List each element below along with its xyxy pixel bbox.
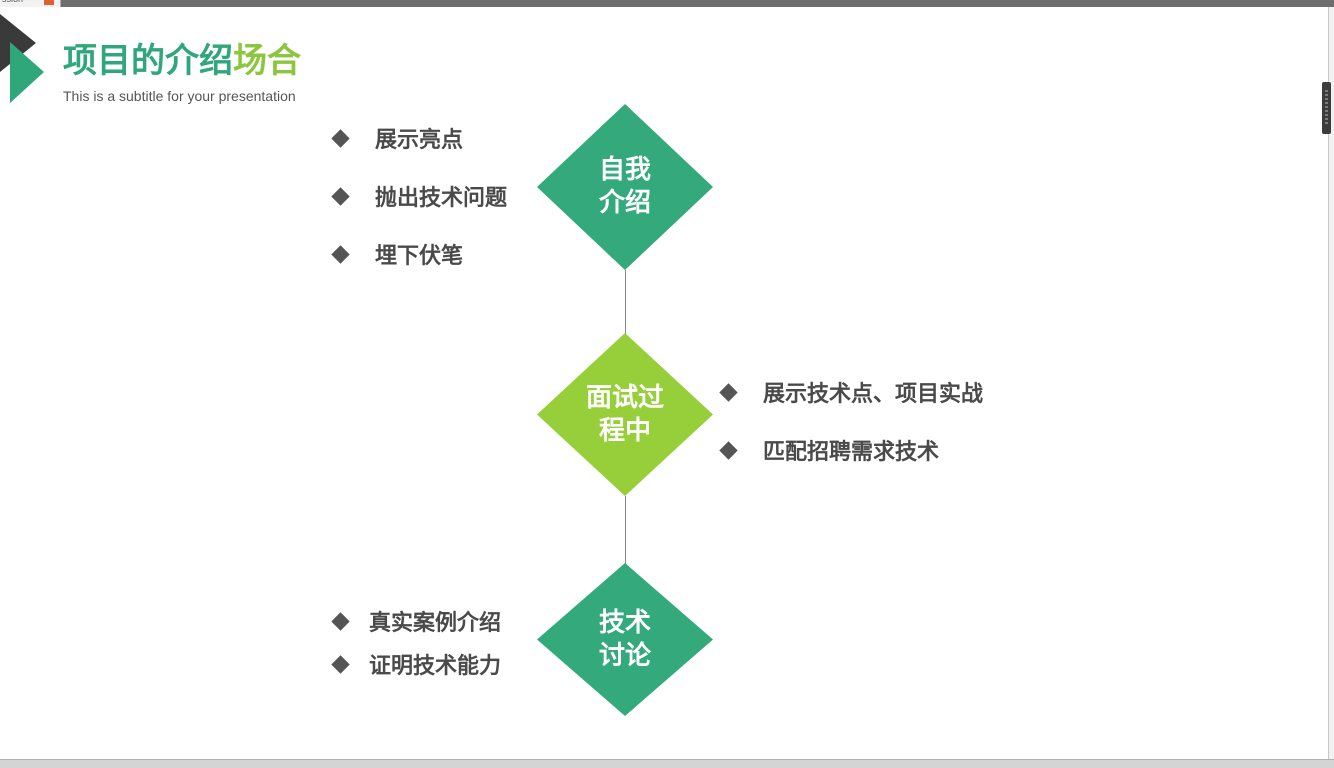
logo-icon — [0, 14, 44, 103]
bullet-item: 埋下伏笔 — [330, 238, 463, 270]
connector-line-1 — [625, 270, 626, 334]
stage-label-line2: 程中 — [598, 415, 651, 446]
bullet-text: 埋下伏笔 — [375, 244, 464, 269]
bullet-item: 匹配招聘需求技术 — [718, 434, 939, 466]
bullet-text: 真实案例介绍 — [369, 611, 502, 636]
diamond-bullet-icon — [331, 186, 350, 206]
close-icon[interactable] — [44, 0, 54, 5]
connector-line-2 — [625, 496, 626, 564]
stage-diamond-intro: 自我 介绍 — [537, 104, 713, 270]
diamond-bullet-icon — [719, 440, 738, 460]
bullet-item: 证明技术能力 — [330, 648, 501, 680]
diamond-bullet-icon — [331, 244, 350, 264]
stage-label-line1: 自我 — [598, 155, 651, 185]
bullet-text: 证明技术能力 — [369, 654, 502, 679]
bullet-item: 抛出技术问题 — [330, 180, 507, 212]
bullet-text: 展示技术点、项目实战 — [763, 382, 984, 407]
window-top-bar — [0, 0, 1334, 7]
document-tab-label: ssion — [2, 0, 23, 4]
scrollbar-handle[interactable] — [1322, 82, 1331, 134]
diamond-bullet-icon — [331, 128, 350, 148]
bullet-item: 真实案例介绍 — [330, 605, 501, 637]
bullet-text: 抛出技术问题 — [375, 186, 508, 211]
slide-title: 项目的介绍场合 — [63, 36, 301, 86]
stage-label-line2: 讨论 — [598, 640, 651, 671]
bullet-item: 展示技术点、项目实战 — [718, 376, 983, 408]
stage-label-line1: 面试过 — [585, 382, 664, 413]
slide-title-accent: 场合 — [233, 41, 301, 81]
bullet-text: 匹配招聘需求技术 — [763, 440, 940, 465]
stage-label-line1: 技术 — [598, 607, 651, 638]
stage-label-line2: 介绍 — [598, 188, 651, 218]
diamond-bullet-icon — [719, 382, 738, 402]
document-tab[interactable]: ssion — [0, 0, 61, 7]
stage-diamond-discussion: 技术 讨论 — [537, 563, 713, 716]
bullet-text: 展示亮点 — [375, 128, 464, 153]
diamond-bullet-icon — [331, 654, 350, 674]
slide-subtitle: This is a subtitle for your presentation — [63, 88, 296, 104]
bullet-item: 展示亮点 — [330, 122, 463, 154]
diamond-bullet-icon — [331, 611, 350, 631]
slide-title-main: 项目的介绍 — [63, 41, 233, 81]
stage-diamond-interview: 面试过 程中 — [537, 333, 713, 496]
